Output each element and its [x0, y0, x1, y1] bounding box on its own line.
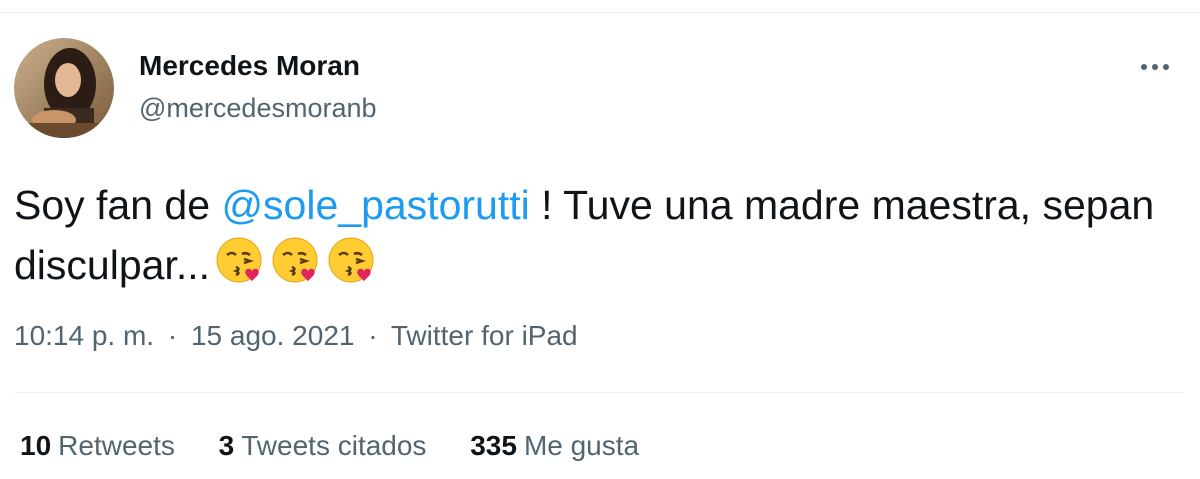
top-divider — [0, 12, 1200, 13]
retweets-count: 10 — [20, 430, 52, 461]
likes-stat[interactable]: 335 Me gusta — [470, 430, 639, 462]
more-options-button[interactable] — [1132, 52, 1178, 82]
stats-divider — [14, 392, 1184, 393]
tweet-source[interactable]: Twitter for iPad — [391, 320, 578, 351]
meta-separator: · — [167, 320, 178, 351]
retweets-label: Retweets — [58, 430, 175, 461]
face-blowing-a-kiss-icon — [270, 235, 322, 303]
quotes-count: 3 — [218, 430, 235, 461]
author-handle[interactable]: @mercedesmoranb — [139, 93, 377, 124]
quotes-label: Tweets citados — [241, 430, 427, 461]
likes-label: Me gusta — [523, 430, 640, 461]
meta-separator: · — [368, 320, 378, 351]
tweet-date[interactable]: 15 ago. 2021 — [191, 320, 355, 351]
quote-tweets-stat[interactable]: 3 Tweets citados — [219, 430, 427, 462]
tweet-stats: 10 Retweets 3 Tweets citados 335 Me gusta — [20, 430, 675, 462]
tweet-meta: 10:14 p. m. · 15 ago. 2021 · Twitter for… — [14, 320, 578, 352]
author-name[interactable]: Mercedes Moran — [139, 50, 360, 82]
more-icon — [1141, 64, 1169, 70]
retweets-stat[interactable]: 10 Retweets — [20, 430, 175, 462]
tweet-time[interactable]: 10:14 p. m. — [14, 320, 154, 351]
likes-count: 335 — [470, 430, 517, 461]
avatar[interactable] — [14, 38, 114, 138]
face-blowing-a-kiss-icon — [326, 235, 378, 303]
mention-link[interactable]: @sole_pastorutti — [221, 182, 529, 228]
face-blowing-a-kiss-icon — [214, 235, 266, 303]
tweet-text: Soy fan de @sole_pastorutti ! Tuve una m… — [14, 175, 1184, 303]
tweet-text-start: Soy fan de — [14, 182, 222, 228]
